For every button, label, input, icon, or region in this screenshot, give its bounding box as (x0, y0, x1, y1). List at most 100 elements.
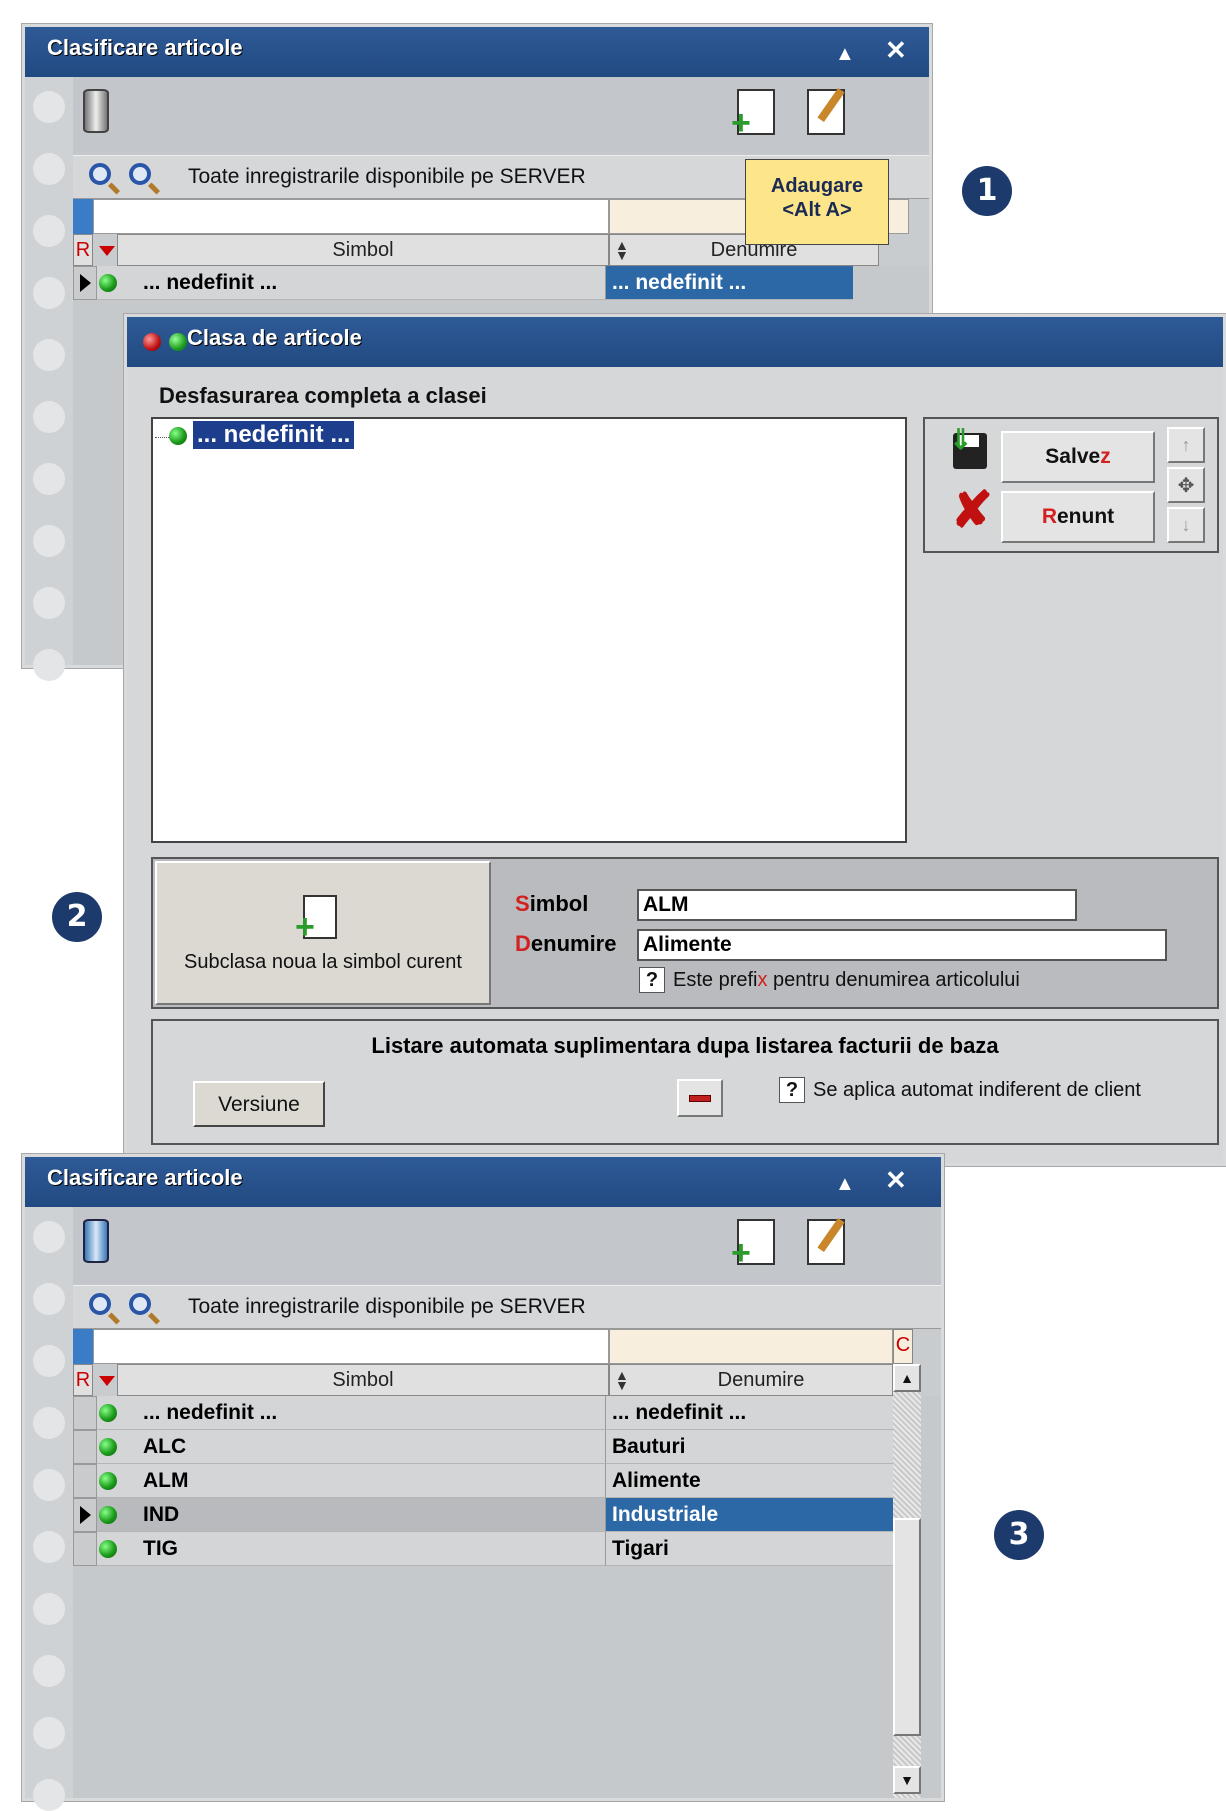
aplica-checkbox[interactable]: ? (779, 1077, 805, 1103)
advanced-search-icon[interactable] (129, 163, 151, 185)
scroll-thumb[interactable] (893, 1518, 921, 1736)
red-dot-icon[interactable] (143, 333, 161, 351)
denumire-label: Denumire (515, 931, 616, 957)
save-button[interactable]: Salvez (1001, 431, 1155, 483)
status-dot-icon (99, 1404, 117, 1422)
save-accel: z (1100, 445, 1111, 468)
search-icon[interactable] (89, 1293, 111, 1315)
cancel-icon: ✘ (951, 482, 993, 538)
move-up-button[interactable]: ↑ (1167, 427, 1205, 463)
scroll-down-button[interactable]: ▼ (893, 1766, 921, 1794)
denumire-input[interactable]: Alimente (637, 929, 1167, 961)
toolbar (73, 77, 929, 155)
edit-document-icon[interactable] (807, 87, 845, 135)
table-row[interactable]: IND Industriale (73, 1498, 893, 1532)
row-denumire: Bauturi (605, 1430, 893, 1464)
row-simbol: IND (97, 1498, 605, 1532)
minus-button[interactable] (677, 1079, 723, 1117)
tree-item[interactable]: ... nedefinit ... (193, 421, 355, 449)
simbol-input[interactable]: ALM (637, 889, 1077, 921)
filter-denumire-input[interactable] (609, 1329, 893, 1364)
sort-toggle-icon[interactable]: ▲ ▼ (615, 1368, 629, 1392)
badge-two: 2 (52, 892, 102, 942)
close-icon[interactable]: ✕ (885, 1167, 907, 1193)
save-label: Salve (1045, 445, 1101, 468)
table-row[interactable]: ... nedefinit ... ... nedefinit ... (73, 266, 873, 300)
move-center-button[interactable]: ✥ (1167, 467, 1205, 503)
badge-three: 3 (994, 1510, 1044, 1560)
status-dot-icon (99, 1506, 117, 1524)
filter-simbol-input[interactable] (93, 1329, 609, 1364)
row-selector[interactable] (73, 1464, 97, 1498)
prefix-accel: x (757, 969, 768, 991)
edit-document-icon[interactable] (807, 1217, 845, 1265)
sort-toggle-icon[interactable]: ▲ ▼ (615, 238, 629, 262)
status-dot-icon (99, 1472, 117, 1490)
table-row[interactable]: ALM Alimente (73, 1464, 893, 1498)
collapse-icon[interactable]: ▲ (835, 41, 855, 67)
add-document-icon[interactable]: + (731, 1219, 775, 1270)
row-selector[interactable] (73, 266, 97, 300)
search-icon[interactable] (89, 163, 111, 185)
advanced-search-icon[interactable] (129, 1293, 151, 1315)
badge-one: 1 (962, 166, 1012, 216)
database-icon[interactable] (83, 1219, 109, 1263)
database-icon[interactable] (83, 89, 109, 133)
column-c[interactable]: C (893, 1329, 913, 1364)
sort-down-icon[interactable] (99, 246, 115, 256)
status-dot-icon (99, 274, 117, 292)
prefix-checkbox-row[interactable]: ? Este prefix pentru denumirea articolulu… (639, 967, 1020, 993)
aplica-checkbox-row[interactable]: ? Se aplica automat indiferent de client (779, 1077, 1141, 1103)
vertical-scrollbar[interactable]: ▲ ▼ (893, 1364, 921, 1798)
versiune-button[interactable]: Versiune (193, 1081, 325, 1127)
row-selector[interactable] (73, 1396, 97, 1430)
aplica-text: Se aplica automat indiferent de client (813, 1079, 1141, 1101)
table-row[interactable]: TIG Tigari (73, 1532, 893, 1566)
column-r[interactable]: R (73, 234, 93, 266)
column-denumire[interactable]: Denumire (609, 1364, 893, 1396)
close-icon[interactable]: ✕ (885, 37, 907, 63)
row-denumire: Alimente (605, 1464, 893, 1498)
cancel-accel: R (1041, 505, 1057, 528)
versiune-label: Versiune (218, 1093, 300, 1116)
green-dot-icon[interactable] (169, 333, 187, 351)
row-simbol: TIG (97, 1532, 605, 1566)
sort-down-icon[interactable] (99, 1376, 115, 1386)
cancel-button[interactable]: Renunt (1001, 491, 1155, 543)
tooltip-line2: <Alt A> (782, 199, 852, 221)
tree-label: Desfasurarea completa a clasei (159, 383, 487, 408)
subclasa-label: Subclasa noua la simbol curent (184, 951, 462, 973)
row-simbol: ... nedefinit ... (97, 266, 605, 300)
column-simbol[interactable]: Simbol (117, 1364, 609, 1396)
filter-marker (73, 199, 93, 234)
new-subclass-icon: + (295, 895, 337, 944)
dialog-clasa-de-articole: Clasa de articole Desfasurarea completa … (123, 313, 1226, 1167)
dialog-title-text: Clasa de articole (187, 325, 362, 350)
row-selector[interactable] (73, 1498, 97, 1532)
simbol-label: Simbol (515, 891, 588, 917)
row-denumire: ... nedefinit ... (605, 1396, 893, 1430)
prefix-checkbox[interactable]: ? (639, 967, 665, 993)
column-simbol[interactable]: Simbol (117, 234, 609, 266)
status-dot-icon (99, 1540, 117, 1558)
row-selector[interactable] (73, 1532, 97, 1566)
denumire-label-text: enumire (530, 931, 617, 956)
listare-title: Listare automata suplimentara dupa lista… (371, 1033, 999, 1058)
prefix-text-rest: pentru denumirea articolului (767, 969, 1020, 991)
cancel-label: enunt (1057, 505, 1115, 528)
row-selector[interactable] (73, 1430, 97, 1464)
table-row[interactable]: ... nedefinit ... ... nedefinit ... (73, 1396, 893, 1430)
table-row[interactable]: ALC Bauturi (73, 1430, 893, 1464)
tooltip-adaugare: Adaugare <Alt A> (745, 159, 889, 245)
filter-simbol-input[interactable] (93, 199, 609, 234)
tree-view[interactable]: ... nedefinit ... (151, 417, 907, 843)
row-denumire: Industriale (605, 1498, 893, 1532)
move-down-button[interactable]: ↓ (1167, 507, 1205, 543)
collapse-icon[interactable]: ▲ (835, 1171, 855, 1197)
search-text: Toate inregistrarile disponibile pe SERV… (188, 1295, 586, 1318)
add-document-icon[interactable]: + (731, 89, 775, 140)
status-dot-icon (99, 1438, 117, 1456)
column-r[interactable]: R (73, 1364, 93, 1396)
window-title: Clasificare articole (25, 1157, 941, 1207)
scroll-up-button[interactable]: ▲ (893, 1364, 921, 1392)
